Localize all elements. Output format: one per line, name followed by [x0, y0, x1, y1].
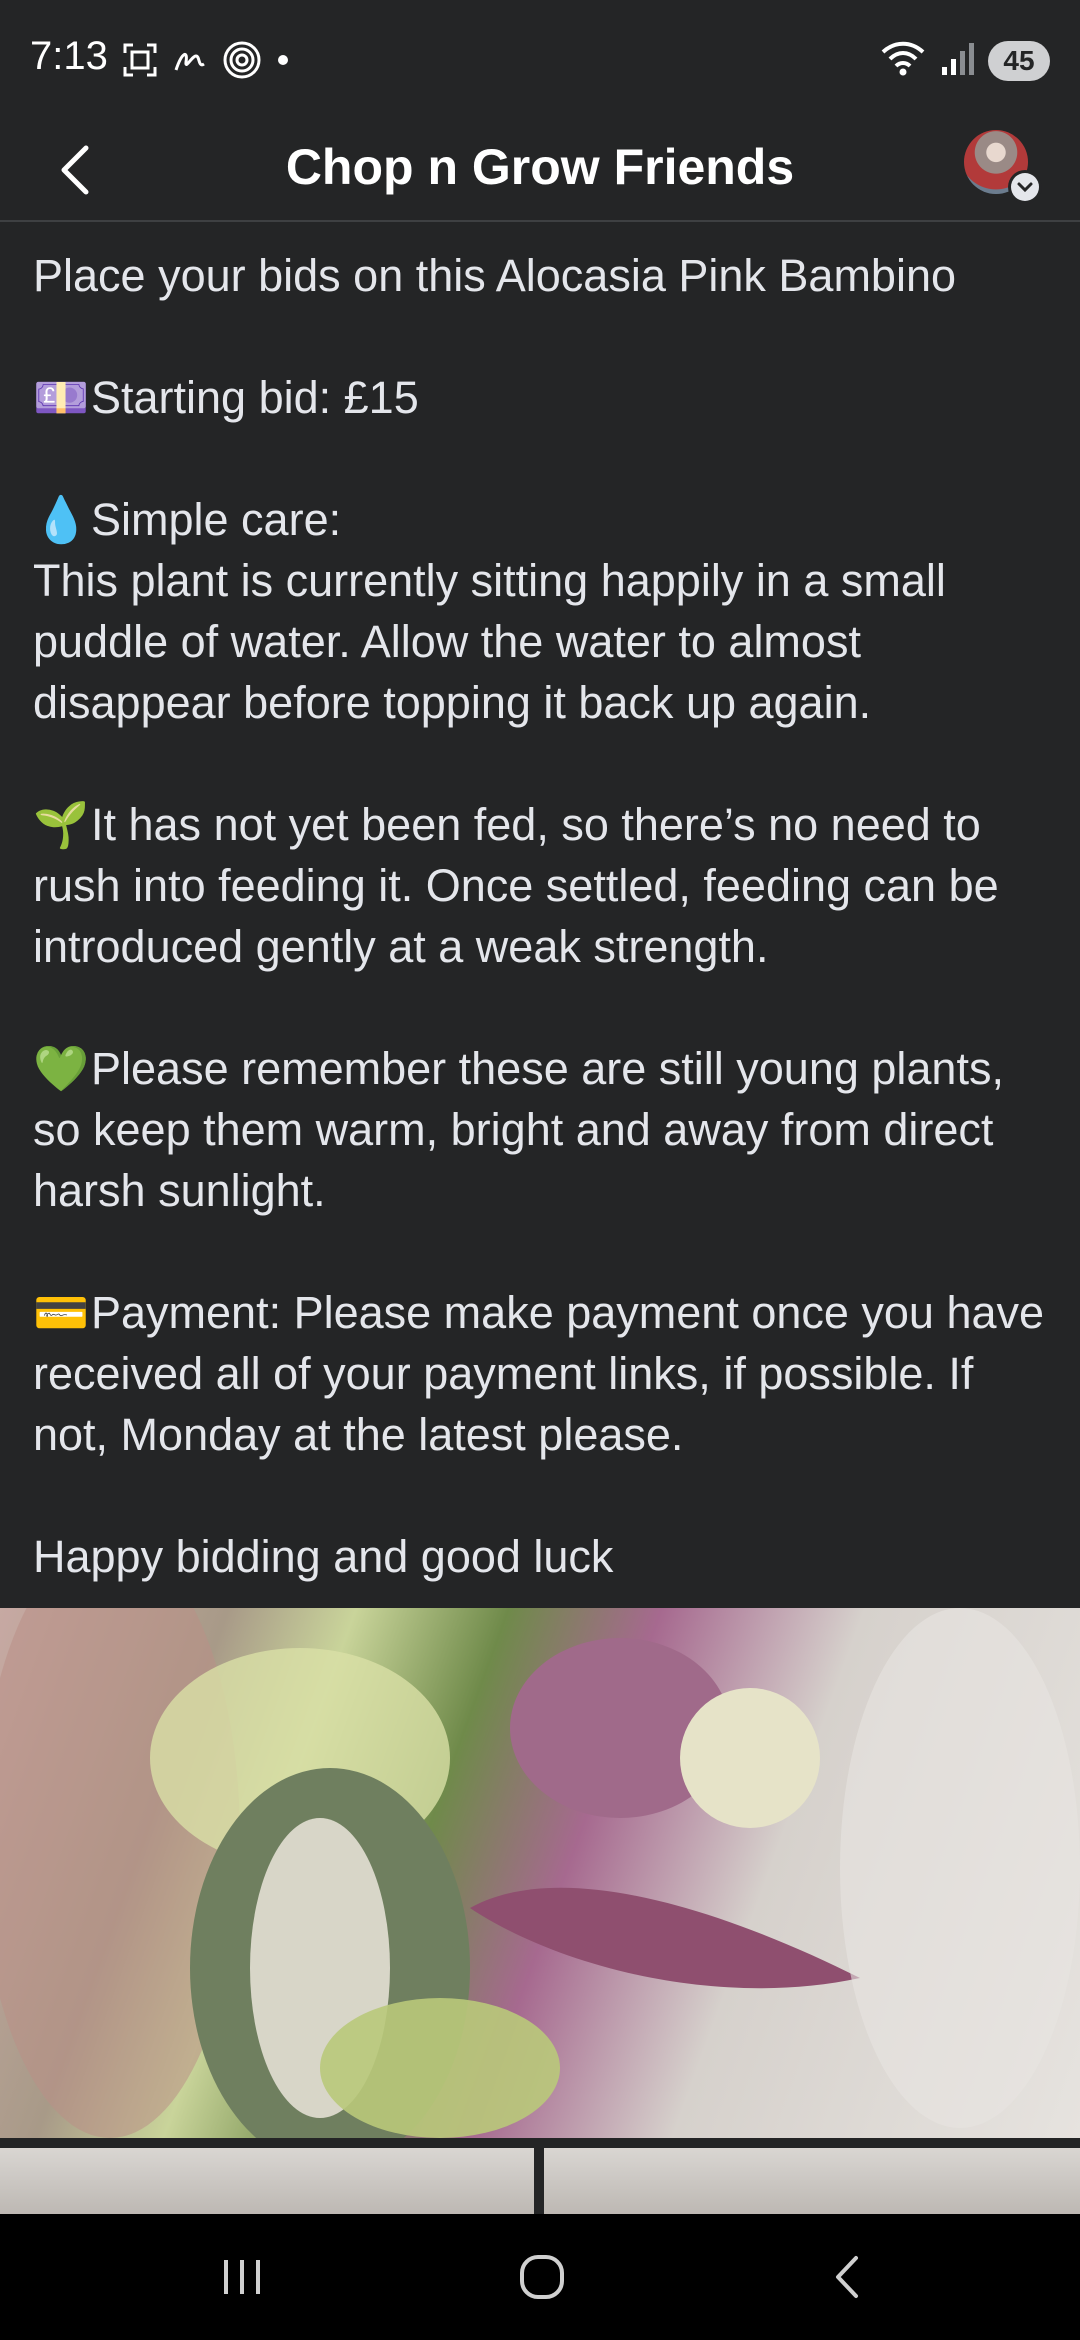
signal-icon	[940, 39, 974, 82]
starting-bid-line: 💷Starting bid: £15	[33, 367, 1053, 428]
system-nav-bar	[0, 2214, 1080, 2340]
plant-photo-thumb-left[interactable]	[0, 2148, 534, 2214]
plant-photo[interactable]	[0, 1608, 1080, 2138]
green-heart-icon: 💚	[33, 1043, 90, 1094]
battery-icon: 45	[988, 40, 1050, 81]
post-body: Place your bids on this Alocasia Pink Ba…	[33, 245, 1053, 1587]
care-text: This plant is currently sitting happily …	[33, 555, 946, 728]
avatar-badge	[1008, 170, 1042, 204]
status-icons-right: 45	[880, 38, 1050, 83]
avatar-button[interactable]	[964, 130, 1044, 210]
credit-card-icon: 💳	[33, 1287, 90, 1338]
nav-back-button[interactable]	[818, 2252, 878, 2302]
fingerprint-icon	[222, 40, 262, 85]
post-intro: Place your bids on this Alocasia Pink Ba…	[33, 250, 957, 301]
page-title[interactable]: Chop n Grow Friends	[0, 138, 1080, 196]
feeding-text: It has not yet been fed, so there’s no n…	[33, 799, 999, 972]
status-icons-left	[122, 40, 290, 85]
signature-icon	[172, 42, 208, 83]
chat-header: Chop n Grow Friends	[0, 120, 1080, 222]
status-bar: 7:13 45	[0, 0, 1080, 120]
reminder-section: 💚Please remember these are still young p…	[33, 1038, 1053, 1221]
payment-section: 💳Payment: Please make payment once you h…	[33, 1282, 1053, 1465]
home-icon	[520, 2255, 564, 2299]
care-section: 💧Simple care: This plant is currently si…	[33, 489, 1053, 733]
screenshot-icon	[122, 42, 158, 83]
starting-bid-text: Starting bid: £15	[91, 372, 419, 423]
back-icon	[836, 2256, 858, 2298]
recents-icon	[224, 2260, 260, 2294]
money-icon: 💷	[33, 372, 90, 423]
water-drop-icon: 💧	[33, 494, 90, 545]
wifi-icon	[880, 38, 926, 83]
chevron-down-icon	[1017, 182, 1033, 193]
payment-text: Payment: Please make payment once you ha…	[33, 1287, 1045, 1460]
reminder-text: Please remember these are still young pl…	[33, 1043, 1004, 1216]
dot-icon	[276, 53, 290, 72]
plant-photo-thumb-right[interactable]	[544, 2148, 1080, 2214]
status-time: 7:13	[30, 34, 108, 78]
closing-text: Happy bidding and good luck	[33, 1531, 614, 1582]
seedling-icon: 🌱	[33, 799, 90, 850]
feeding-section: 🌱It has not yet been fed, so there’s no …	[33, 794, 1053, 977]
care-title: Simple care:	[91, 494, 342, 545]
home-button[interactable]	[512, 2252, 572, 2302]
recents-button[interactable]	[212, 2252, 272, 2302]
